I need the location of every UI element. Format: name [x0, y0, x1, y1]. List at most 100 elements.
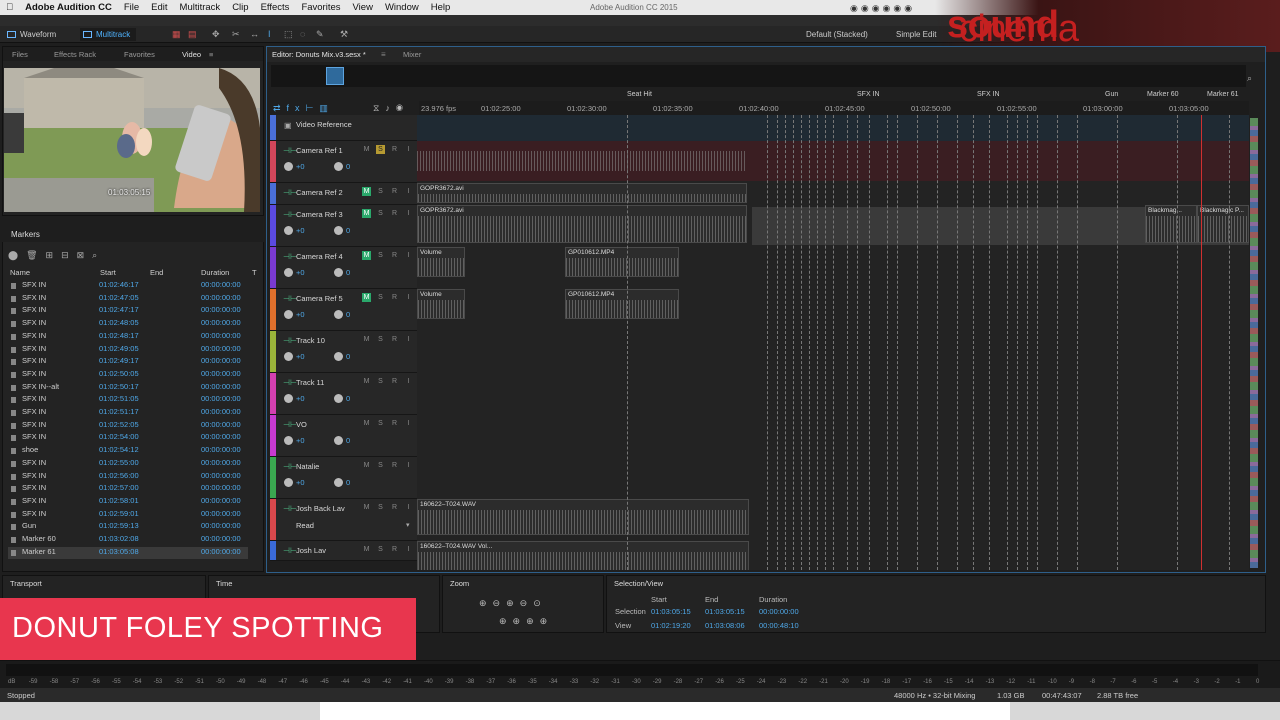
monitor-input-button[interactable]: I [404, 187, 413, 196]
loop-icon[interactable]: ⇄ [273, 103, 287, 113]
marker-row[interactable]: Marker 60 01:03:02:08 00:00:00:00 [8, 534, 248, 547]
pan-knob[interactable] [334, 436, 343, 445]
apple-icon[interactable]:  [0, 0, 19, 15]
trash-icon[interactable]: 🗑 [26, 250, 45, 260]
marker-start[interactable]: 01:02:58:01 [99, 496, 139, 505]
volume-value[interactable]: +0 [296, 394, 305, 403]
marker-row[interactable]: SFX IN 01:02:51:05 00:00:00:00 [8, 394, 248, 407]
multitrack-button[interactable]: Multitrack [80, 28, 137, 41]
mute-button[interactable]: M [362, 461, 371, 470]
pitch-icon[interactable]: ▤ [188, 30, 197, 39]
menu-favorites[interactable]: Favorites [295, 0, 346, 15]
solo-button[interactable]: S [376, 209, 385, 218]
volume-value[interactable]: +0 [296, 226, 305, 235]
zoom-in-icon[interactable]: ⊕ [506, 598, 520, 608]
marker-start[interactable]: 01:02:57:00 [99, 483, 139, 492]
volume-value[interactable]: +0 [296, 478, 305, 487]
zoom-selection-icon[interactable]: ⊕ [499, 616, 513, 626]
markers-title[interactable]: Markers [11, 230, 40, 239]
pan-knob[interactable] [334, 352, 343, 361]
solo-button[interactable]: S [376, 545, 385, 554]
timeline-ruler[interactable]: 23.976 fps 01:02:25:00 01:02:30:00 01:02:3… [419, 101, 1249, 115]
audio-clip[interactable]: Blackmag... [1145, 205, 1197, 243]
marker-row[interactable]: SFX IN 01:02:56:00 00:00:00:00 [8, 471, 248, 484]
marker-duration[interactable]: 00:00:00:00 [201, 407, 241, 416]
lasso-icon[interactable]: ◌ [300, 30, 309, 39]
marker-row[interactable]: SFX IN 01:02:46:17 00:00:00:00 [8, 280, 248, 293]
zoom-out-amp-icon[interactable]: ⊖ [493, 598, 507, 608]
monitor-input-button[interactable]: I [404, 461, 413, 470]
brush-icon[interactable]: ✎ [316, 30, 325, 39]
volume-value[interactable]: +0 [296, 268, 305, 277]
marker-row[interactable]: SFX IN--alt 01:02:50:17 00:00:00:00 [8, 382, 248, 395]
arm-record-button[interactable]: R [390, 545, 399, 554]
overview-bar[interactable] [271, 65, 1246, 87]
pan-knob[interactable] [334, 162, 343, 171]
sends-icon[interactable]: ⊢ [306, 103, 320, 113]
arm-record-button[interactable]: R [390, 251, 399, 260]
volume-value[interactable]: +0 [296, 162, 305, 171]
track-header[interactable]: ⊣⊢ VO M S R I +0 0 [270, 415, 417, 457]
col-name[interactable]: Name [10, 268, 30, 277]
marker-row[interactable]: SFX IN 01:02:48:17 00:00:00:00 [8, 331, 248, 344]
volume-knob[interactable] [284, 310, 293, 319]
pan-value[interactable]: 0 [346, 226, 350, 235]
marker-start[interactable]: 01:03:02:08 [99, 534, 139, 543]
track-name[interactable]: Camera Ref 4 [296, 252, 343, 261]
timeline-marker-label[interactable]: SFX IN [977, 91, 1000, 98]
timeline-marker-label[interactable]: SFX IN [857, 91, 880, 98]
monitor-input-button[interactable]: I [404, 251, 413, 260]
mute-button[interactable]: M [362, 209, 371, 218]
sv-view-duration[interactable]: 00:00:48:10 [759, 621, 799, 630]
snap-icon[interactable]: ⧖ [373, 103, 385, 113]
metronome-icon[interactable]: ♪ [385, 103, 396, 113]
track-header[interactable]: ⊣⊢ Josh Back Lav M S R I Read ▾ [270, 499, 417, 541]
mute-button[interactable]: M [362, 545, 371, 554]
pan-knob[interactable] [334, 310, 343, 319]
marker-duration[interactable]: 00:00:00:00 [201, 521, 241, 530]
marker-add-icon[interactable]: ⬤ [8, 250, 26, 260]
workspace-default[interactable]: Default (Stacked) [806, 30, 868, 39]
marker-duration[interactable]: 00:00:00:00 [201, 382, 241, 391]
waveform-button[interactable]: Waveform [4, 28, 56, 41]
arm-record-button[interactable]: R [390, 335, 399, 344]
marker-start[interactable]: 01:02:47:17 [99, 305, 139, 314]
arm-record-button[interactable]: R [390, 503, 399, 512]
marker-row[interactable]: SFX IN 01:02:55:00 00:00:00:00 [8, 458, 248, 471]
sv-sel-duration[interactable]: 00:00:00:00 [759, 607, 799, 616]
track-name[interactable]: Camera Ref 1 [296, 146, 343, 155]
zoom-in-amp-icon[interactable]: ⊕ [479, 598, 493, 608]
marker-row[interactable]: SFX IN 01:02:49:05 00:00:00:00 [8, 344, 248, 357]
monitor-input-button[interactable]: I [404, 335, 413, 344]
marker-duration[interactable]: 00:00:00:00 [201, 280, 241, 289]
marker-search-icon[interactable]: ⌕ [92, 250, 105, 260]
marker-start[interactable]: 01:02:46:17 [99, 280, 139, 289]
pan-knob[interactable] [334, 394, 343, 403]
sv-view-start[interactable]: 01:02:19:20 [651, 621, 691, 630]
marker-row[interactable]: SFX IN 01:02:49:17 00:00:00:00 [8, 356, 248, 369]
move-tool-icon[interactable]: ✥ [212, 30, 221, 39]
volume-value[interactable]: +0 [296, 352, 305, 361]
pan-value[interactable]: 0 [346, 436, 350, 445]
marker-row[interactable]: SFX IN 01:02:54:00 00:00:00:00 [8, 432, 248, 445]
marker-start[interactable]: 01:02:48:17 [99, 331, 139, 340]
zoom-out-icon[interactable]: ⊖ [520, 598, 534, 608]
marker-row[interactable]: SFX IN 01:02:50:05 00:00:00:00 [8, 369, 248, 382]
marker-row[interactable]: shoe 01:02:54:12 00:00:00:00 [8, 445, 248, 458]
pan-value[interactable]: 0 [346, 478, 350, 487]
marquee-icon[interactable]: ⬚ [284, 30, 293, 39]
menu-help[interactable]: Help [425, 0, 457, 15]
marker-start[interactable]: 01:02:50:05 [99, 369, 139, 378]
zoom-fit-icon[interactable]: ⌕ [1247, 73, 1252, 84]
marker-start[interactable]: 01:02:52:05 [99, 420, 139, 429]
pan-knob[interactable] [334, 268, 343, 277]
monitor-input-button[interactable]: I [404, 209, 413, 218]
solo-button[interactable]: S [376, 251, 385, 260]
audio-clip[interactable]: Volume [417, 289, 465, 319]
pan-value[interactable]: 0 [346, 352, 350, 361]
menu-multitrack[interactable]: Multitrack [174, 0, 227, 15]
volume-knob[interactable] [284, 352, 293, 361]
eq-icon[interactable]: ▥ [319, 103, 334, 113]
track-name[interactable]: Track 11 [296, 378, 324, 387]
audio-clip[interactable]: 160622–T024.WAV Vol... [417, 541, 749, 570]
